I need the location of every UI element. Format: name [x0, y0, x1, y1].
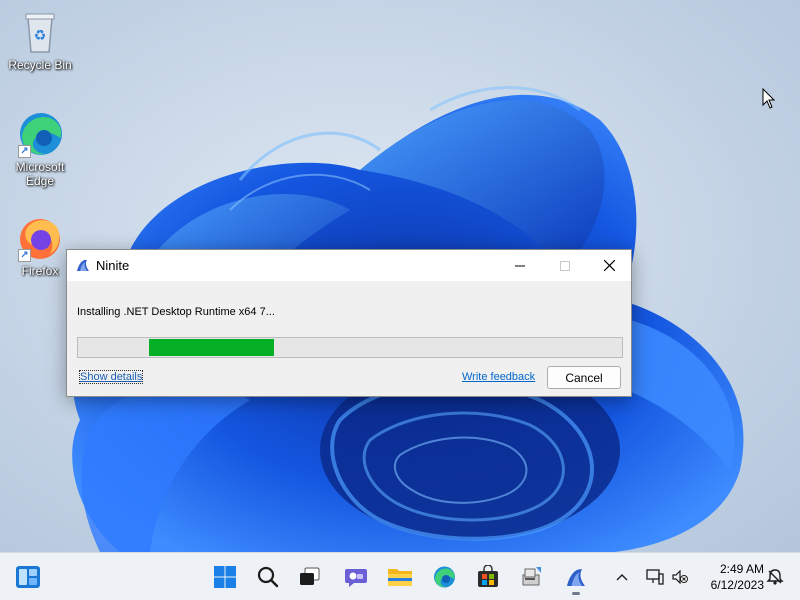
install-progress-bar [77, 337, 623, 358]
chat-icon [345, 569, 367, 587]
mouse-cursor-icon [762, 88, 776, 109]
svg-text:♻: ♻ [34, 28, 47, 44]
installer-icon [522, 567, 541, 586]
show-details-link[interactable]: Show details [78, 370, 144, 384]
shortcut-arrow-icon: ↗ [18, 145, 31, 158]
edge-icon: ↗ [16, 110, 64, 158]
edge-taskbar-button[interactable] [426, 559, 462, 595]
desktop-icon-label: Microsoft Edge [15, 160, 65, 188]
file-explorer-icon [388, 569, 412, 586]
clock-time: 2:49 AM [719, 562, 764, 576]
ninite-icon [567, 569, 585, 586]
maximize-icon [559, 260, 570, 271]
widgets-button[interactable] [10, 559, 46, 595]
start-button[interactable] [207, 559, 243, 595]
clock-date: 6/12/2023 [710, 578, 764, 592]
chat-button[interactable] [338, 559, 374, 595]
title-bar[interactable]: Ninite [67, 250, 631, 281]
firefox-icon: ↗ [16, 214, 64, 262]
file-explorer-button[interactable] [382, 559, 418, 595]
close-icon [604, 260, 615, 271]
search-icon [257, 566, 279, 588]
window-title: Ninite [96, 258, 130, 273]
write-feedback-link[interactable]: Write feedback [462, 371, 535, 383]
network-button[interactable] [642, 559, 668, 595]
minimize-icon [514, 265, 525, 266]
recycle-bin-icon: ♻ [16, 8, 64, 56]
maximize-button [542, 250, 587, 281]
store-icon [478, 565, 498, 587]
widgets-icon [16, 566, 40, 588]
installer-button[interactable] [514, 559, 550, 595]
shortcut-arrow-icon: ↗ [18, 249, 31, 262]
desktop-icon-label: Recycle Bin [8, 58, 72, 72]
ninite-icon [75, 257, 91, 278]
volume-muted-icon [672, 570, 688, 584]
cancel-button[interactable]: Cancel [547, 366, 621, 389]
store-button[interactable] [470, 559, 506, 595]
progress-fill [149, 339, 274, 356]
notification-icon [766, 569, 784, 585]
task-view-button[interactable] [292, 559, 328, 595]
desktop-icon-recycle-bin[interactable]: ♻ Recycle Bin [2, 8, 78, 72]
notification-center-button[interactable] [762, 559, 788, 595]
edge-icon [434, 566, 455, 588]
minimize-button[interactable] [497, 250, 542, 281]
task-view-icon [300, 567, 320, 585]
desktop-icon-microsoft-edge[interactable]: ↗ Microsoft Edge [2, 110, 78, 188]
ninite-taskbar-button[interactable] [558, 559, 594, 595]
close-button[interactable] [587, 250, 632, 281]
search-button[interactable] [250, 559, 286, 595]
start-icon [214, 566, 236, 588]
show-hidden-icons-button[interactable] [610, 559, 634, 595]
volume-button[interactable] [668, 559, 692, 595]
taskbar: 2:49 AM 6/12/2023 [0, 552, 800, 600]
clock[interactable]: 2:49 AM 6/12/2023 [696, 561, 764, 593]
install-status-text: Installing .NET Desktop Runtime x64 7... [77, 306, 275, 318]
chevron-up-icon [616, 574, 628, 581]
ninite-window: Ninite Installing .NET Desktop Runtime x… [66, 249, 632, 397]
network-icon [646, 569, 664, 585]
